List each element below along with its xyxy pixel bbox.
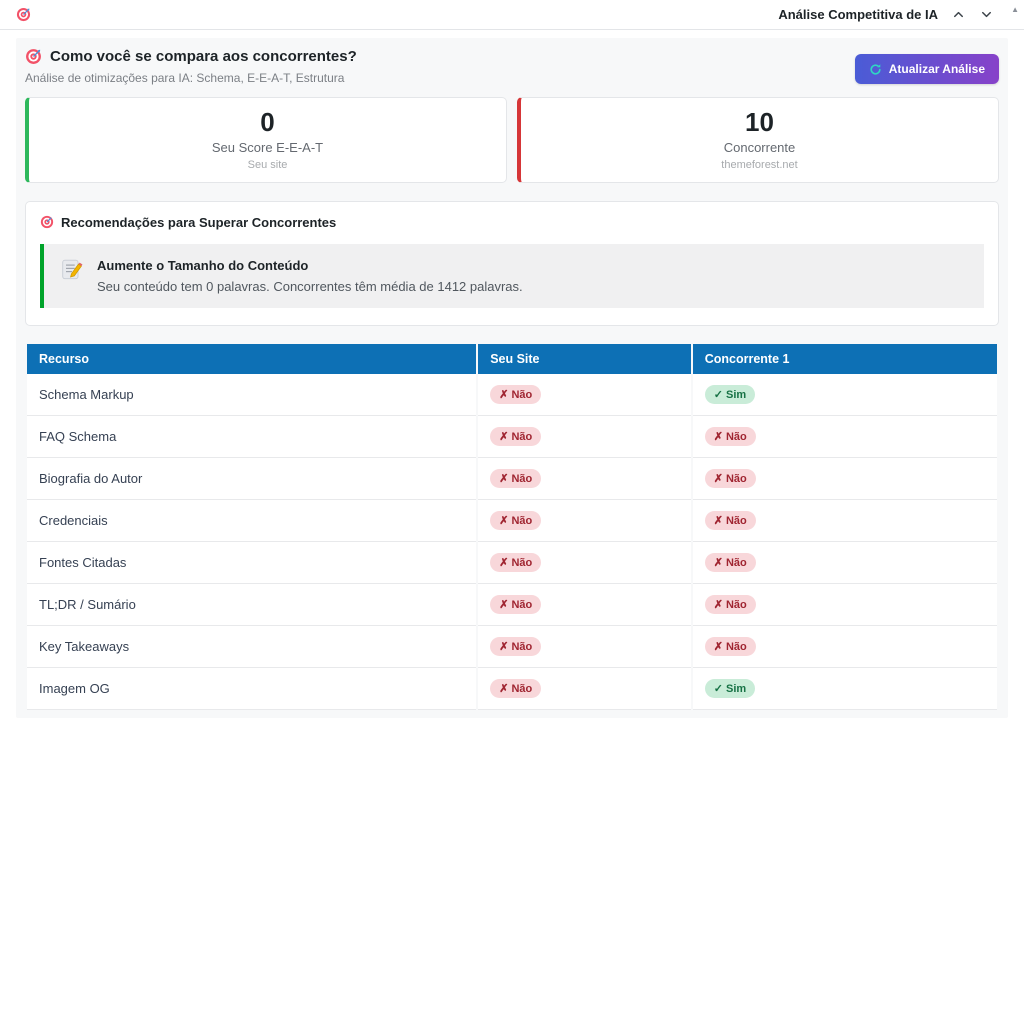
update-analysis-label: Atualizar Análise xyxy=(889,62,985,76)
competitor-cell: ✓ Sim xyxy=(693,668,997,710)
status-badge-sim: ✓ Sim xyxy=(705,679,755,698)
feature-cell: TL;DR / Sumário xyxy=(27,584,476,626)
table-row: Credenciais ✗ Não ✗ Não xyxy=(27,500,997,542)
refresh-icon xyxy=(869,63,882,76)
status-badge-nao: ✗ Não xyxy=(705,595,756,614)
your-site-cell: ✗ Não xyxy=(478,584,691,626)
table-row: FAQ Schema ✗ Não ✗ Não xyxy=(27,416,997,458)
target-icon xyxy=(25,48,42,65)
chevron-down-icon[interactable] xyxy=(979,7,994,22)
table-header-row: Recurso Seu Site Concorrente 1 xyxy=(27,344,997,374)
competitor-cell: ✗ Não xyxy=(693,458,997,500)
recommendation-description: Seu conteúdo tem 0 palavras. Concorrente… xyxy=(97,279,523,294)
score-cards: 0 Seu Score E-E-A-T Seu site 10 Concorre… xyxy=(25,97,999,183)
competitor-cell: ✗ Não xyxy=(693,584,997,626)
your-site-cell: ✗ Não xyxy=(478,374,691,416)
panel-header: Como você se compara aos concorrentes? A… xyxy=(25,48,999,97)
competitor-cell: ✓ Sim xyxy=(693,374,997,416)
page-subtitle: Análise de otimizações para IA: Schema, … xyxy=(25,71,357,85)
score-card-competitor: 10 Concorrente themeforest.net xyxy=(517,97,999,183)
table-row: Key Takeaways ✗ Não ✗ Não xyxy=(27,626,997,668)
your-site-cell: ✗ Não xyxy=(478,626,691,668)
target-icon xyxy=(40,215,54,229)
competitor-cell: ✗ Não xyxy=(693,500,997,542)
recommendation-item: Aumente o Tamanho do Conteúdo Seu conteú… xyxy=(40,244,984,308)
status-badge-sim: ✓ Sim xyxy=(705,385,755,404)
col-header-concorrente1: Concorrente 1 xyxy=(693,344,997,374)
scrollbar-up-arrow[interactable]: ▲ xyxy=(1011,6,1019,14)
status-badge-nao: ✗ Não xyxy=(490,553,541,572)
score-label: Seu Score E-E-A-T xyxy=(29,140,506,155)
comparison-table: Recurso Seu Site Concorrente 1 Schema Ma… xyxy=(25,344,999,710)
score-site: Seu site xyxy=(29,159,506,171)
feature-cell: Fontes Citadas xyxy=(27,542,476,584)
status-badge-nao: ✗ Não xyxy=(705,511,756,530)
recommendations-card: Recomendações para Superar Concorrentes … xyxy=(25,201,999,326)
status-badge-nao: ✗ Não xyxy=(705,553,756,572)
score-site: themeforest.net xyxy=(521,159,998,171)
status-badge-nao: ✗ Não xyxy=(490,637,541,656)
status-badge-nao: ✗ Não xyxy=(490,469,541,488)
comparison-table-body: Schema Markup ✗ Não ✓ Sim FAQ Schema ✗ Não ✗ … xyxy=(27,374,997,710)
topbar: Análise Competitiva de IA xyxy=(0,0,1024,30)
table-row: Imagem OG ✗ Não ✓ Sim xyxy=(27,668,997,710)
status-badge-nao: ✗ Não xyxy=(490,511,541,530)
score-card-your-site: 0 Seu Score E-E-A-T Seu site xyxy=(25,97,507,183)
your-site-cell: ✗ Não xyxy=(478,458,691,500)
competitor-cell: ✗ Não xyxy=(693,626,997,668)
table-row: Biografia do Autor ✗ Não ✗ Não xyxy=(27,458,997,500)
status-badge-nao: ✗ Não xyxy=(705,427,756,446)
score-label: Concorrente xyxy=(521,140,998,155)
status-badge-nao: ✗ Não xyxy=(705,637,756,656)
table-row: TL;DR / Sumário ✗ Não ✗ Não xyxy=(27,584,997,626)
your-site-cell: ✗ Não xyxy=(478,416,691,458)
feature-cell: Imagem OG xyxy=(27,668,476,710)
table-row: Schema Markup ✗ Não ✓ Sim xyxy=(27,374,997,416)
recommendations-heading: Recomendações para Superar Concorrentes xyxy=(40,215,984,230)
your-site-cell: ✗ Não xyxy=(478,542,691,584)
competitor-cell: ✗ Não xyxy=(693,542,997,584)
chevron-up-icon[interactable] xyxy=(951,7,966,22)
recommendations-title: Recomendações para Superar Concorrentes xyxy=(61,215,336,230)
page-title-text: Como você se compara aos concorrentes? xyxy=(50,48,357,65)
score-value: 0 xyxy=(29,108,506,138)
page-title: Como você se compara aos concorrentes? xyxy=(25,48,357,65)
status-badge-nao: ✗ Não xyxy=(490,679,541,698)
widget-title: Análise Competitiva de IA xyxy=(778,7,938,22)
feature-cell: Key Takeaways xyxy=(27,626,476,668)
feature-cell: FAQ Schema xyxy=(27,416,476,458)
feature-cell: Credenciais xyxy=(27,500,476,542)
memo-icon xyxy=(60,258,84,282)
analysis-panel: Como você se compara aos concorrentes? A… xyxy=(16,38,1008,718)
update-analysis-button[interactable]: Atualizar Análise xyxy=(855,54,999,84)
score-value: 10 xyxy=(521,108,998,138)
target-logo-icon xyxy=(16,7,31,22)
recommendation-title: Aumente o Tamanho do Conteúdo xyxy=(97,258,523,273)
status-badge-nao: ✗ Não xyxy=(705,469,756,488)
col-header-recurso: Recurso xyxy=(27,344,476,374)
status-badge-nao: ✗ Não xyxy=(490,595,541,614)
feature-cell: Biografia do Autor xyxy=(27,458,476,500)
status-badge-nao: ✗ Não xyxy=(490,385,541,404)
col-header-seu-site: Seu Site xyxy=(478,344,691,374)
competitor-cell: ✗ Não xyxy=(693,416,997,458)
feature-cell: Schema Markup xyxy=(27,374,476,416)
table-row: Fontes Citadas ✗ Não ✗ Não xyxy=(27,542,997,584)
your-site-cell: ✗ Não xyxy=(478,500,691,542)
your-site-cell: ✗ Não xyxy=(478,668,691,710)
status-badge-nao: ✗ Não xyxy=(490,427,541,446)
